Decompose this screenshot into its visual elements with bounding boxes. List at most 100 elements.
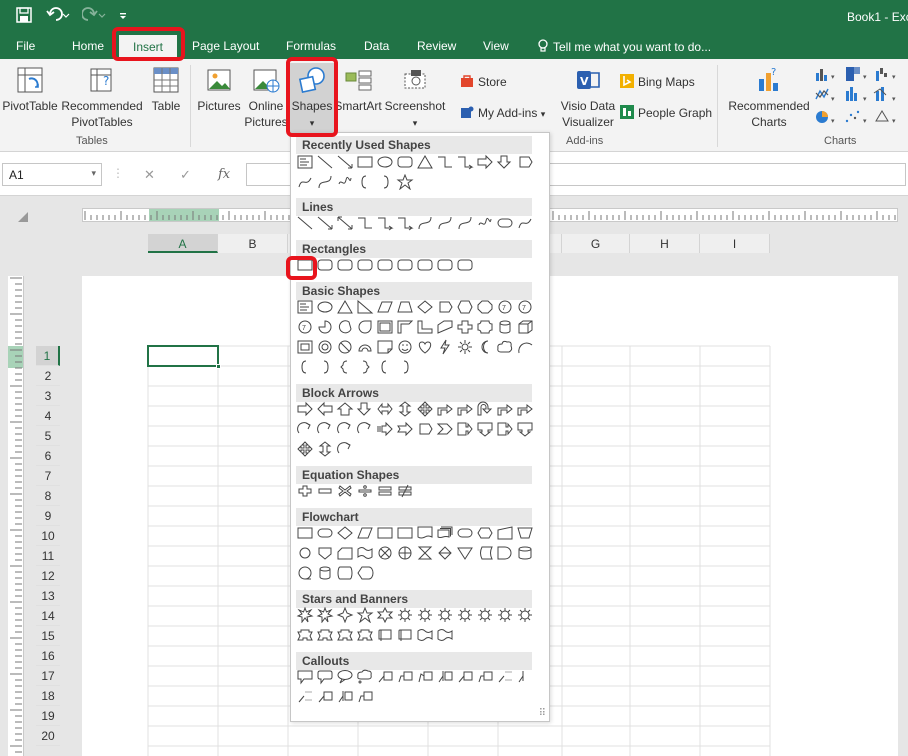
rrect-shape-icon[interactable] [436, 257, 454, 273]
starN-shape-icon[interactable] [476, 607, 494, 623]
uarr-shape-icon[interactable] [336, 401, 354, 417]
bent-shape-icon[interactable] [496, 401, 514, 417]
rbrace-shape-icon[interactable] [356, 359, 374, 375]
pent-shape-icon[interactable] [416, 421, 434, 437]
cAccent-shape-icon[interactable] [436, 669, 454, 685]
starN-shape-icon[interactable] [416, 607, 434, 623]
can-shape-icon[interactable] [496, 319, 514, 335]
oval-shape-icon[interactable] [316, 299, 334, 315]
oval-shape-icon[interactable] [376, 154, 394, 170]
chord-shape-icon[interactable] [336, 319, 354, 335]
star6-shape-icon[interactable] [376, 607, 394, 623]
fmanual-shape-icon[interactable] [496, 525, 514, 541]
resize-grip-icon[interactable]: ⠿ [539, 708, 546, 719]
for-shape-icon[interactable] [396, 545, 414, 561]
minus-shape-icon[interactable] [316, 483, 334, 499]
elb-shape-icon[interactable] [356, 215, 374, 231]
customize-qat-icon[interactable] [118, 7, 128, 25]
quad-shape-icon[interactable] [296, 441, 314, 457]
larr-shape-icon[interactable] [316, 401, 334, 417]
ribbon-shape-icon[interactable] [316, 627, 334, 643]
ribbon-shape-icon[interactable] [296, 627, 314, 643]
txt-shape-icon[interactable] [296, 154, 314, 170]
rrect-shape-icon[interactable] [396, 257, 414, 273]
cube-shape-icon[interactable] [516, 319, 534, 335]
lbrace-shape-icon[interactable] [336, 359, 354, 375]
bevel-shape-icon[interactable] [296, 339, 314, 355]
screenshot-button[interactable]: Screenshot ▾ [384, 65, 446, 131]
cRect-shape-icon[interactable] [296, 669, 314, 685]
column-header[interactable]: G [562, 234, 630, 253]
num-shape-icon[interactable]: 7 [496, 299, 514, 315]
striped-shape-icon[interactable] [376, 421, 394, 437]
fdelay-shape-icon[interactable] [496, 545, 514, 561]
bolt-shape-icon[interactable] [436, 339, 454, 355]
cNoBorder-shape-icon[interactable] [496, 669, 514, 685]
pivottable-button[interactable]: PivotTable [2, 65, 58, 114]
fterm-shape-icon[interactable] [316, 525, 334, 541]
elba-shape-icon[interactable] [376, 215, 394, 231]
cRRect-shape-icon[interactable] [316, 669, 334, 685]
bing-maps-button[interactable]: Bing Maps [620, 74, 695, 89]
plus-shape-icon[interactable] [296, 483, 314, 499]
row-header[interactable]: 8 [36, 486, 60, 506]
fdoc-shape-icon[interactable] [416, 525, 434, 541]
cLine-shape-icon[interactable] [456, 669, 474, 685]
fsum-shape-icon[interactable] [376, 545, 394, 561]
tab-view[interactable]: View [483, 39, 509, 53]
table-button[interactable]: Table [146, 65, 186, 114]
scroll-shape-icon[interactable] [376, 627, 394, 643]
active-cell[interactable] [147, 345, 221, 369]
row-header[interactable]: 3 [36, 386, 60, 406]
rrect-shape-icon[interactable] [416, 257, 434, 273]
diag-shape-icon[interactable] [436, 319, 454, 335]
para-shape-icon[interactable] [376, 299, 394, 315]
darr-shape-icon[interactable] [496, 154, 514, 170]
callR-shape-icon[interactable] [456, 421, 474, 437]
pent-shape-icon[interactable] [516, 154, 534, 170]
store-button[interactable]: Store [460, 74, 507, 89]
rrect-shape-icon[interactable] [376, 257, 394, 273]
cLine3-shape-icon[interactable] [416, 669, 434, 685]
cAccent-shape-icon[interactable] [336, 689, 354, 705]
rarr-shape-icon[interactable] [476, 154, 494, 170]
row-header[interactable]: 7 [36, 466, 60, 486]
rrect-shape-icon[interactable] [396, 154, 414, 170]
udarr-shape-icon[interactable] [316, 441, 334, 457]
smile-shape-icon[interactable] [396, 339, 414, 355]
callD-shape-icon[interactable] [516, 421, 534, 437]
fterm-shape-icon[interactable] [496, 215, 514, 231]
row-header[interactable]: 19 [36, 706, 60, 726]
cCloud-shape-icon[interactable] [356, 669, 374, 685]
recommended-charts-button[interactable]: ? Recommended Charts [726, 65, 812, 130]
fdisk-shape-icon[interactable] [516, 545, 534, 561]
curv-shape-icon[interactable] [316, 174, 334, 190]
fstore-shape-icon[interactable] [476, 545, 494, 561]
fconn-shape-icon[interactable] [296, 545, 314, 561]
ln-shape-icon[interactable] [316, 154, 334, 170]
tab-review[interactable]: Review [417, 39, 456, 53]
uturn-shape-icon[interactable] [476, 401, 494, 417]
rect-shape-icon[interactable] [356, 154, 374, 170]
name-box[interactable]: A1 ▾ [2, 163, 102, 186]
can-shape-icon[interactable] [316, 565, 334, 581]
fill-handle[interactable] [216, 364, 221, 369]
fmerge-shape-icon[interactable] [456, 545, 474, 561]
dar-shape-icon[interactable] [336, 215, 354, 231]
cloud-shape-icon[interactable] [496, 339, 514, 355]
name-box-dropdown-icon[interactable]: ▾ [91, 168, 96, 179]
smartart-button[interactable]: SmartArt [334, 65, 382, 114]
sun-shape-icon[interactable] [456, 339, 474, 355]
txt-shape-icon[interactable] [296, 299, 314, 315]
diam-shape-icon[interactable] [336, 525, 354, 541]
free-shape-icon[interactable] [516, 215, 534, 231]
pictures-button[interactable]: Pictures [196, 65, 242, 114]
column-header[interactable]: A [148, 234, 218, 253]
halfF-shape-icon[interactable] [396, 319, 414, 335]
rect-shape-icon[interactable] [396, 525, 414, 541]
scroll-shape-icon[interactable] [396, 627, 414, 643]
scrib-shape-icon[interactable] [476, 215, 494, 231]
online-pictures-button[interactable]: Online Pictures [244, 65, 288, 130]
tear-shape-icon[interactable] [356, 319, 374, 335]
bent-shape-icon[interactable] [516, 401, 534, 417]
